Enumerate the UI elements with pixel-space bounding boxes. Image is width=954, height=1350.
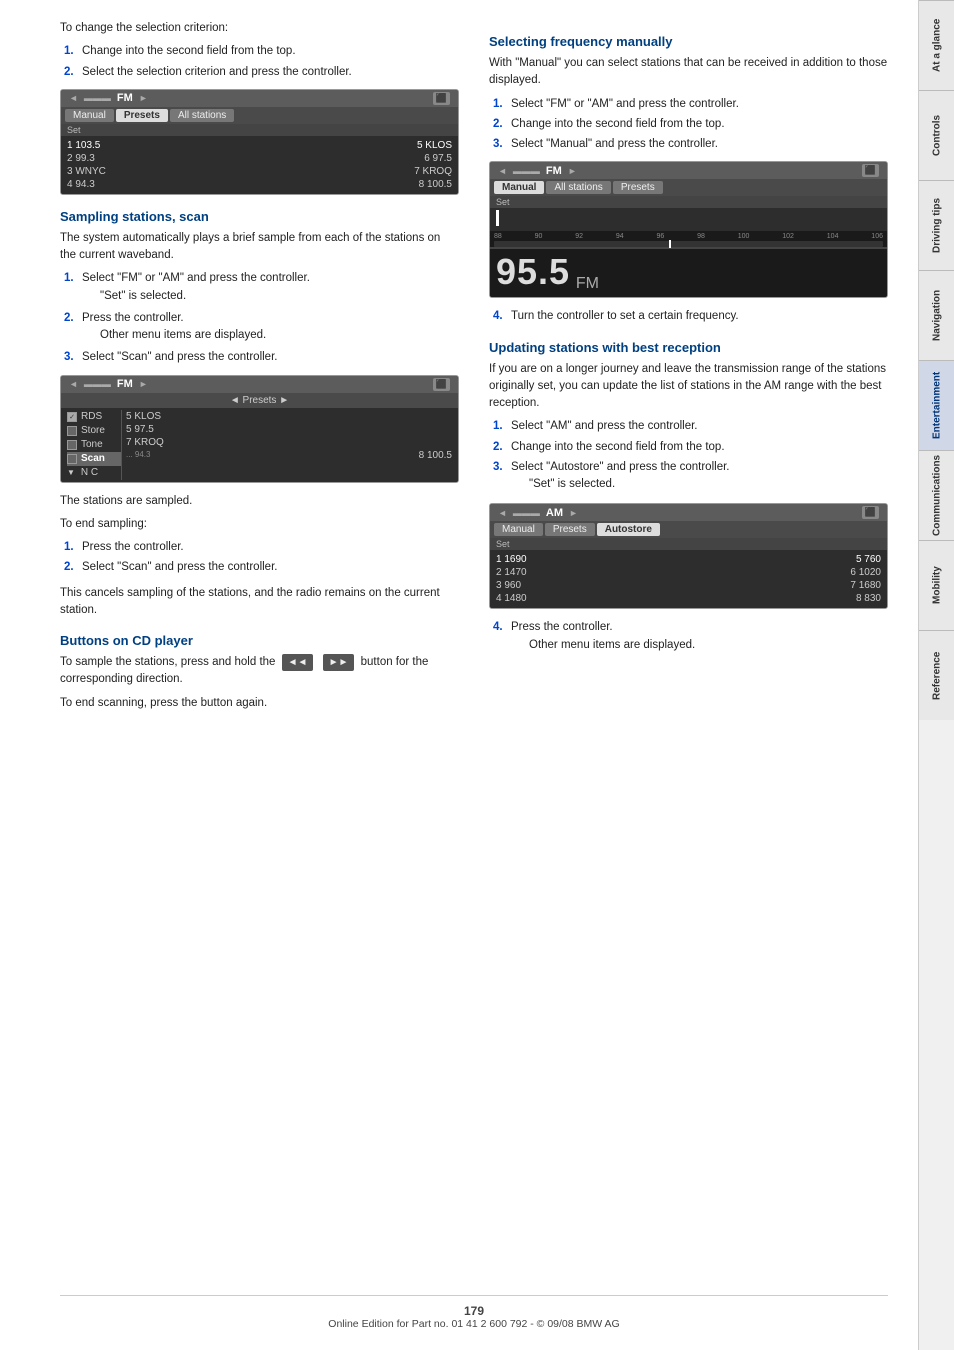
page-number: 179 [60,1304,888,1318]
freq-step-1: 1. Select "FM" or "AM" and press the con… [489,96,888,113]
presets-bar: ◄ Presets ► [61,393,458,408]
intro-steps-list: 1. Change into the second field from the… [60,43,459,81]
text-cursor [496,210,499,226]
freq-ruler-bar [494,241,883,247]
step4-freq-list: 4. Turn the controller to set a certain … [489,308,888,325]
end-scan-steps: 1. Press the controller. 2. Select "Scan… [60,539,459,577]
radio-screenshot-3: ◄ ▬▬▬ FM ► ⬛ Manual All stations Presets… [489,161,888,298]
tab-presets-3: Presets [613,181,663,194]
update-body: If you are on a longer journey and leave… [489,361,888,413]
radio-screenshot-2: ◄ ▬▬▬ FM ► ⬛ ◄ Presets ► ✓ RDS [60,375,459,483]
cancel-sampling-text: This cancels sampling of the stations, a… [60,585,459,620]
update-steps: 1. Select "AM" and press the controller.… [489,418,888,495]
freq-step-4: 4. Turn the controller to set a certain … [489,308,888,325]
page-footer: 179 Online Edition for Part no. 01 41 2 … [60,1295,888,1330]
after-scan-text1: The stations are sampled. [60,493,459,510]
freq-step-3: 3. Select "Manual" and press the control… [489,136,888,153]
freq-marker [669,240,671,248]
update-step-2: 2. Change into the second field from the… [489,439,888,456]
end-scan-step-2: 2. Select "Scan" and press the controlle… [60,559,459,576]
am-row-2: 2 1470 6 1020 [496,566,881,579]
menu-row-scan: Scan [67,452,121,466]
scan-body: The system automatically plays a brief s… [60,230,459,265]
right-column: Selecting frequency manually With "Manua… [489,20,888,1279]
sidebar-tab-reference[interactable]: Reference [919,630,954,720]
update-heading: Updating stations with best reception [489,340,888,355]
radio-set-4: Set [490,538,887,550]
tab-allstations: All stations [170,109,234,122]
scan-step-1: 1. Select "FM" or "AM" and press the con… [60,270,459,307]
am-stations: 1 1690 5 760 2 1470 6 1020 3 960 7 1680 [490,550,887,608]
freq-heading: Selecting frequency manually [489,34,888,49]
freq-ruler: 88 90 92 94 96 98 100 102 104 106 [490,231,887,247]
sidebar: At a glance Controls Driving tips Naviga… [918,0,954,1350]
update-step-1: 1. Select "AM" and press the controller. [489,418,888,435]
end-scan-step-1: 1. Press the controller. [60,539,459,556]
sidebar-tab-at-a-glance[interactable]: At a glance [919,0,954,90]
sidebar-tab-navigation[interactable]: Navigation [919,270,954,360]
freq-big-display: 95.5 FM [490,249,887,297]
after-scan-text2: To end sampling: [60,516,459,533]
tab-autostore-4: Autostore [597,523,660,536]
tab-manual: Manual [65,109,114,122]
radio-top-bar-2: ◄ ▬▬▬ FM ► ⬛ [61,376,458,393]
intro-text: To change the selection criterion: [60,20,459,37]
freq-steps: 1. Select "FM" or "AM" and press the con… [489,96,888,154]
freq-body: With "Manual" you can select stations th… [489,55,888,90]
station-row-1: 1 103.5 5 KLOS [67,139,452,152]
intro-step-1: 1. Change into the second field from the… [60,43,459,60]
sidebar-tab-controls[interactable]: Controls [919,90,954,180]
sidebar-tab-communications[interactable]: Communications [919,450,954,540]
sidebar-tab-entertainment[interactable]: Entertainment [919,360,954,450]
am-row-3: 3 960 7 1680 [496,579,881,592]
radio-screenshot-4: ◄ ▬▬▬ AM ► ⬛ Manual Presets Autostore Se… [489,503,888,609]
update-step-4: 4. Press the controller. Other menu item… [489,619,888,656]
radio-tabs-1: Manual Presets All stations [61,107,458,124]
station-row-2: 2 99.3 6 97.5 [67,152,452,165]
radio-tabs-3: Manual All stations Presets [490,179,887,196]
station-row-3: 3 WNYC 7 KROQ [67,165,452,178]
buttons-heading: Buttons on CD player [60,633,459,648]
sidebar-tab-driving-tips[interactable]: Driving tips [919,180,954,270]
intro-step-2: 2. Select the selection criterion and pr… [60,64,459,81]
menu-row-nc: ▼ N C [67,466,121,480]
scan-step-3: 3. Select "Scan" and press the controlle… [60,349,459,366]
menu-row-store: Store [67,424,121,438]
scan-menu: ✓ RDS Store Tone [61,408,458,482]
update-step-3: 3. Select "Autostore" and press the cont… [489,459,888,496]
radio-set-3: Set [490,196,887,208]
step4-update-list: 4. Press the controller. Other menu item… [489,619,888,656]
buttons-text3: To end scanning, press the button again. [60,695,459,712]
cursor-area [490,208,887,231]
menu-row-tone: Tone [67,438,121,452]
cd-button-symbol-2: ►► [323,654,355,671]
tab-manual-3: Manual [494,181,544,194]
menu-row-rds: ✓ RDS [67,410,121,424]
radio-tabs-4: Manual Presets Autostore [490,521,887,538]
tab-manual-4: Manual [494,523,543,536]
tab-allstations-3: All stations [546,181,610,194]
radio-set-label-1: Set [61,124,458,136]
radio-stations-1: 1 103.5 5 KLOS 2 99.3 6 97.5 3 WNYC 7 KR… [61,136,458,194]
freq-step-2: 2. Change into the second field from the… [489,116,888,133]
am-row-1: 1 1690 5 760 [496,553,881,566]
station-row-4: 4 94.3 8 100.5 [67,178,452,191]
left-column: To change the selection criterion: 1. Ch… [60,20,459,1279]
cd-button-symbol: ◄◄ [282,654,314,671]
scan-step-2: 2. Press the controller. Other menu item… [60,310,459,347]
scan-steps: 1. Select "FM" or "AM" and press the con… [60,270,459,366]
freq-value: 95.5 [496,251,570,292]
buttons-text1: To sample the stations, press and hold t… [60,654,459,689]
radio-screenshot-1: ◄ ▬▬▬ FM ► ⬛ Manual Presets All stations… [60,89,459,195]
tab-presets-4: Presets [545,523,595,536]
scan-heading: Sampling stations, scan [60,209,459,224]
radio-top-bar-3: ◄ ▬▬▬ FM ► ⬛ [490,162,887,179]
radio-top-bar-4: ◄ ▬▬▬ AM ► ⬛ [490,504,887,521]
sidebar-tab-mobility[interactable]: Mobility [919,540,954,630]
footer-text: Online Edition for Part no. 01 41 2 600 … [60,1318,888,1330]
tab-presets: Presets [116,109,168,122]
radio-top-bar-1: ◄ ▬▬▬ FM ► ⬛ [61,90,458,107]
freq-unit: FM [576,275,599,292]
am-row-4: 4 1480 8 830 [496,592,881,605]
